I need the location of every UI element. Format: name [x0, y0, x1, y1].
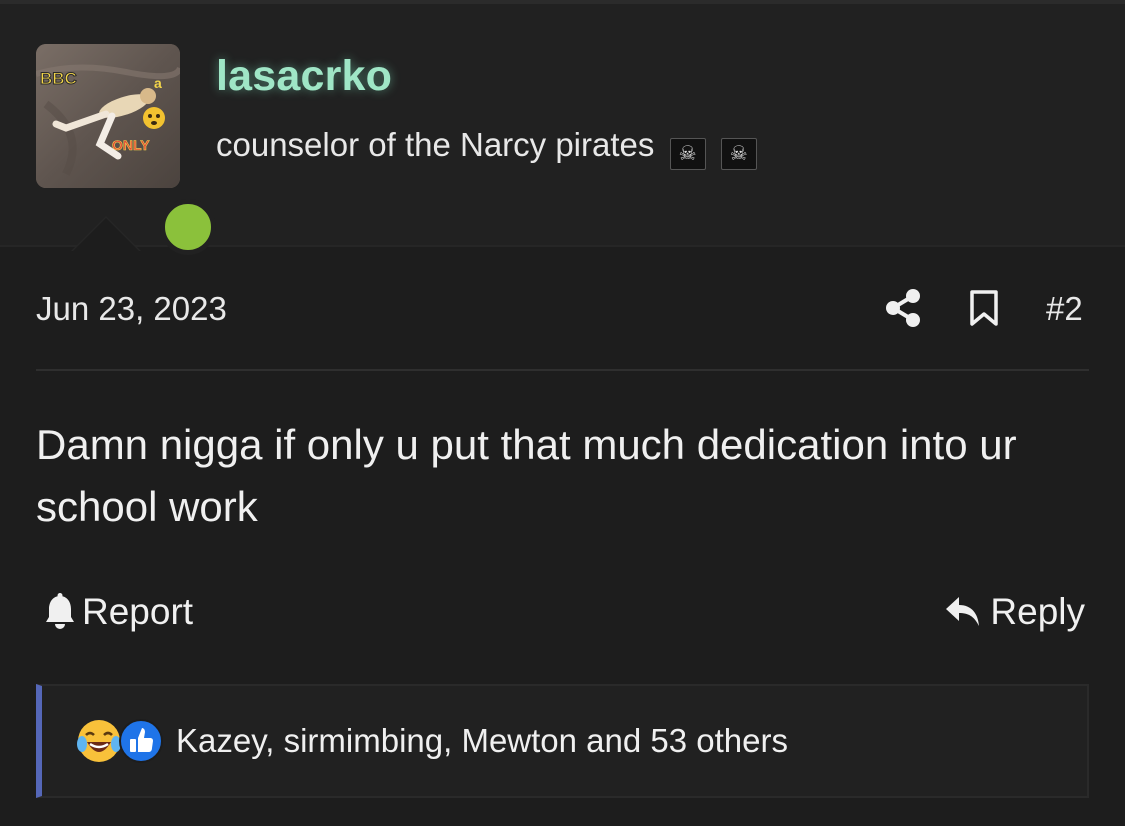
- header-pointer: [72, 218, 140, 252]
- reply-arrow-icon: [946, 597, 980, 626]
- avatar-text-top: BBC: [40, 69, 77, 88]
- laughing-crying-emoji-icon: [77, 720, 121, 762]
- reactions-bar[interactable]: Kazey, sirmimbing, Mewton and 53 others: [36, 684, 1089, 798]
- forum-post: BBC a ONLY lasacrko counselor of the Nar…: [0, 0, 1125, 826]
- avatar[interactable]: BBC a ONLY: [36, 44, 180, 188]
- post-message: Damn nigga if only u put that much dedic…: [36, 421, 1017, 530]
- pirate-flag-icon: ☠: [669, 138, 706, 170]
- username[interactable]: lasacrko: [216, 52, 392, 101]
- reply-label: Reply: [990, 591, 1085, 632]
- avatar-text-bottom: ONLY: [112, 137, 150, 153]
- post-date[interactable]: Jun 23, 2023: [36, 290, 227, 328]
- bell-icon: [46, 593, 74, 629]
- online-status-indicator: [160, 199, 216, 255]
- avatar-image: BBC a ONLY: [36, 44, 180, 188]
- user-title: counselor of the Narcy pirates ☠ ☠: [216, 126, 757, 170]
- reply-button[interactable]: Reply: [944, 590, 1085, 634]
- user-title-text: counselor of the Narcy pirates: [216, 126, 655, 163]
- reactions-summary: Kazey, sirmimbing, Mewton and 53 others: [176, 722, 788, 759]
- report-button[interactable]: Report: [44, 590, 193, 634]
- bookmark-icon[interactable]: [968, 289, 1000, 327]
- share-icon[interactable]: [884, 288, 922, 328]
- meta-divider: [36, 369, 1089, 371]
- post-number-link[interactable]: #2: [1046, 290, 1083, 328]
- report-label: Report: [82, 591, 194, 632]
- avatar-text-side: a: [154, 75, 162, 91]
- reaction-icons: [76, 718, 168, 764]
- pirate-flag-icon: ☠: [720, 138, 757, 170]
- avatar-wrapper[interactable]: BBC a ONLY: [36, 44, 216, 255]
- thumbs-up-icon: [119, 719, 163, 763]
- post-user-header: BBC a ONLY lasacrko counselor of the Nar…: [0, 0, 1125, 255]
